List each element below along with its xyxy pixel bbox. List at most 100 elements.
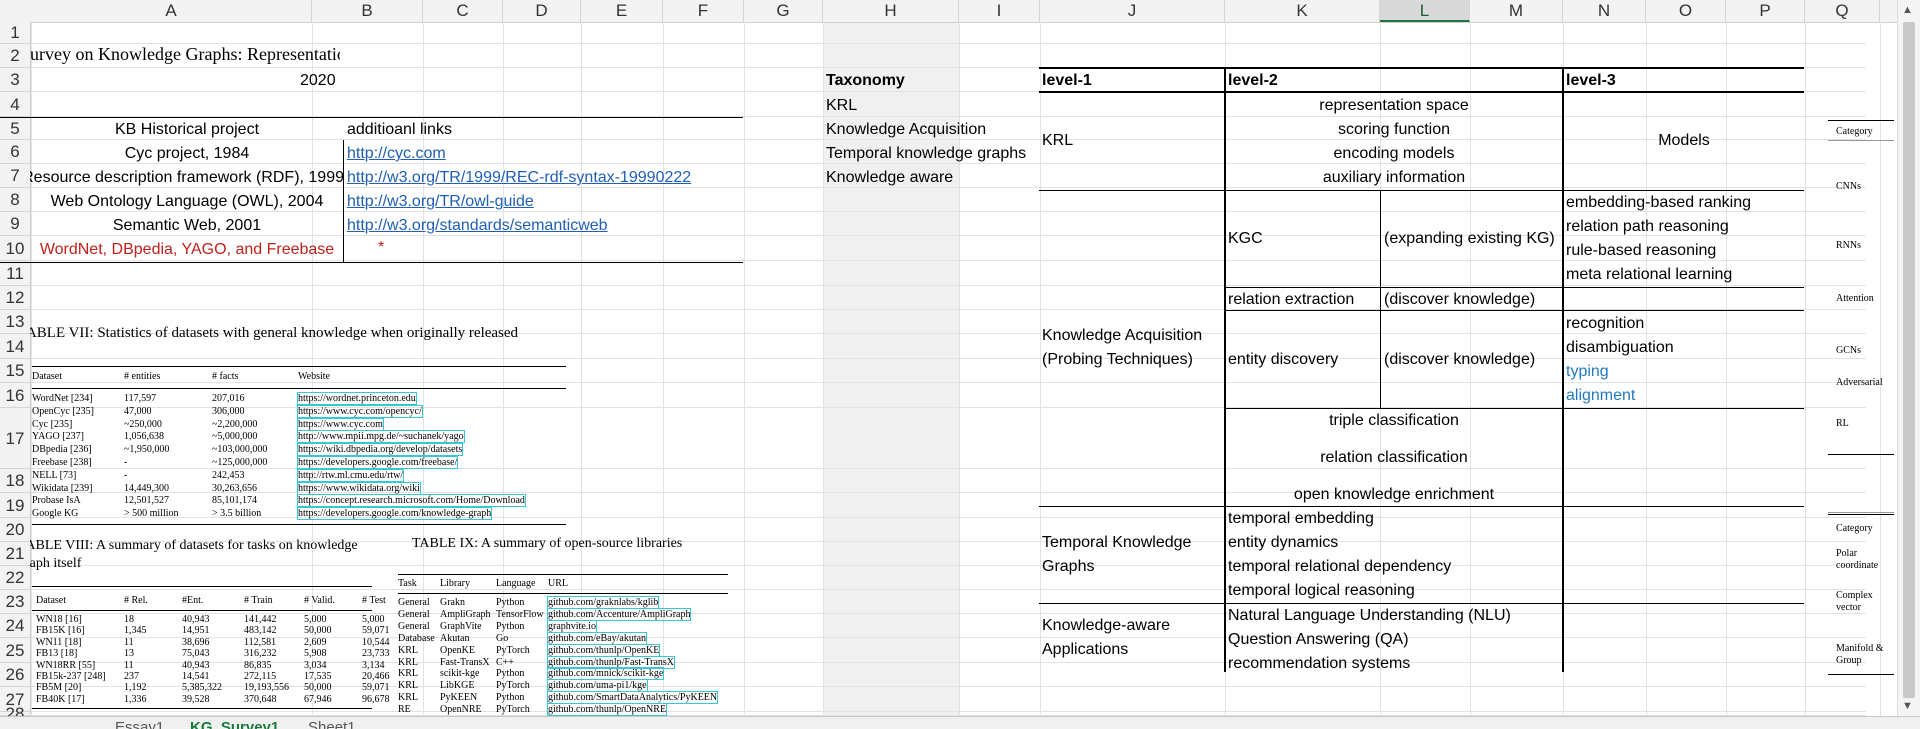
row-header-23[interactable]: 23: [0, 590, 30, 614]
row-header-9[interactable]: 9: [0, 212, 30, 236]
column-header-b[interactable]: B: [312, 0, 423, 22]
taxonomy-title[interactable]: Taxonomy: [826, 72, 905, 90]
kb-project-name[interactable]: Semantic Web, 2001: [30, 217, 344, 235]
column-header-k[interactable]: K: [1225, 0, 1380, 22]
row-header-4[interactable]: 4: [0, 92, 30, 117]
row-header-24[interactable]: 24: [0, 614, 30, 638]
row-header-5[interactable]: 5: [0, 117, 30, 140]
kb-project-name[interactable]: Resource description framework (RDF), 19…: [30, 169, 344, 187]
ed-note[interactable]: (discover knowledge): [1384, 351, 1535, 369]
tkg-item[interactable]: temporal relational dependency: [1228, 558, 1451, 576]
kb-link[interactable]: http://w3.org/standards/semanticweb: [347, 217, 608, 235]
ed-label[interactable]: entity discovery: [1228, 351, 1338, 369]
kaa-item[interactable]: recommendation systems: [1228, 655, 1410, 673]
row-header-13[interactable]: 13: [0, 310, 30, 334]
kgc-level3-item[interactable]: meta relational learning: [1566, 266, 1732, 284]
taxonomy-item[interactable]: Knowledge Acquisition: [826, 121, 986, 139]
kgc-note[interactable]: (expanding existing KG): [1384, 230, 1555, 248]
column-header-c[interactable]: C: [423, 0, 503, 22]
level1-header[interactable]: level-1: [1042, 72, 1092, 90]
row-header-12[interactable]: 12: [0, 286, 30, 310]
row-header-20[interactable]: 20: [0, 518, 30, 542]
row-header-10[interactable]: 10: [0, 236, 30, 261]
taxonomy-item[interactable]: KRL: [826, 97, 857, 115]
ed-level3-item[interactable]: disambiguation: [1566, 339, 1674, 357]
column-header-i[interactable]: I: [959, 0, 1040, 22]
kb-link[interactable]: http://cyc.com: [347, 145, 446, 163]
krl-level2-item[interactable]: representation space: [1226, 97, 1562, 115]
kaa-label-1[interactable]: Knowledge-aware: [1042, 617, 1170, 635]
kb-link[interactable]: http://w3.org/TR/owl-guide: [347, 193, 534, 211]
ka-other-item[interactable]: relation classification: [1226, 449, 1562, 467]
row-header-6[interactable]: 6: [0, 140, 30, 164]
ed-level3-item[interactable]: recognition: [1566, 315, 1644, 333]
re-label[interactable]: relation extraction: [1228, 291, 1354, 309]
row-header-19[interactable]: 19: [0, 493, 30, 518]
column-header-e[interactable]: E: [581, 0, 663, 22]
row-header-8[interactable]: 8: [0, 188, 30, 212]
row-header-1[interactable]: 1: [0, 22, 30, 44]
kb-header-left[interactable]: KB Historical project: [30, 121, 344, 139]
tkg-label-1[interactable]: Temporal Knowledge: [1042, 534, 1191, 552]
kb-project-name[interactable]: Web Ontology Language (OWL), 2004: [30, 193, 344, 211]
row-header-14[interactable]: 14: [0, 334, 30, 359]
ed-level3-item[interactable]: typing: [1566, 363, 1609, 381]
kb-project-name[interactable]: WordNet, DBpedia, YAGO, and Freebase: [30, 241, 344, 259]
scroll-thumb[interactable]: [1903, 22, 1915, 698]
scroll-down-icon[interactable]: ▼: [1902, 700, 1913, 712]
row-header-2[interactable]: 2: [0, 44, 30, 68]
column-header-g[interactable]: G: [744, 0, 823, 22]
column-header-f[interactable]: F: [663, 0, 744, 22]
krl-level2-item[interactable]: encoding models: [1226, 145, 1562, 163]
row-header-18[interactable]: 18: [0, 469, 30, 493]
level2-header[interactable]: level-2: [1228, 72, 1278, 90]
krl-models[interactable]: Models: [1564, 132, 1804, 150]
row-header-22[interactable]: 22: [0, 566, 30, 590]
ka-other-item[interactable]: triple classification: [1226, 412, 1562, 430]
kgc-level3-item[interactable]: rule-based reasoning: [1566, 242, 1716, 260]
kgc-level3-item[interactable]: embedding-based ranking: [1566, 194, 1751, 212]
column-header-d[interactable]: D: [503, 0, 581, 22]
kaa-item[interactable]: Natural Language Understanding (NLU): [1228, 607, 1511, 625]
krl-label[interactable]: KRL: [1042, 132, 1073, 150]
row-header-11[interactable]: 11: [0, 261, 30, 286]
row-header-21[interactable]: 21: [0, 542, 30, 566]
level3-header[interactable]: level-3: [1566, 72, 1616, 90]
tkg-item[interactable]: temporal logical reasoning: [1228, 582, 1415, 600]
taxonomy-item[interactable]: Temporal knowledge graphs: [826, 145, 1026, 163]
kgc-level3-item[interactable]: relation path reasoning: [1566, 218, 1729, 236]
tkg-item[interactable]: temporal embedding: [1228, 510, 1374, 528]
column-header-q[interactable]: Q: [1805, 0, 1880, 22]
tkg-label-2[interactable]: Graphs: [1042, 558, 1094, 576]
kaa-item[interactable]: Question Answering (QA): [1228, 631, 1409, 649]
row-header-15[interactable]: 15: [0, 359, 30, 383]
column-header-m[interactable]: M: [1470, 0, 1563, 22]
row-header-26[interactable]: 26: [0, 663, 30, 687]
title-cell[interactable]: Survey on Knowledge Graphs: Representati…: [30, 44, 340, 65]
row-header-7[interactable]: 7: [0, 164, 30, 188]
ed-level3-item[interactable]: alignment: [1566, 387, 1635, 405]
re-note[interactable]: (discover knowledge): [1384, 291, 1535, 309]
krl-level2-item[interactable]: auxiliary information: [1226, 169, 1562, 187]
kb-link[interactable]: http://w3.org/TR/1999/REC-rdf-syntax-199…: [347, 169, 691, 187]
ka-label-1[interactable]: Knowledge Acquisition: [1042, 327, 1202, 345]
column-header-n[interactable]: N: [1563, 0, 1646, 22]
column-header-h[interactable]: H: [823, 0, 959, 22]
column-header-p[interactable]: P: [1726, 0, 1805, 22]
krl-level2-item[interactable]: scoring function: [1226, 121, 1562, 139]
taxonomy-item[interactable]: Knowledge aware: [826, 169, 953, 187]
kaa-label-2[interactable]: Applications: [1042, 641, 1128, 659]
column-header-l[interactable]: L: [1380, 0, 1470, 22]
tkg-item[interactable]: entity dynamics: [1228, 534, 1338, 552]
ka-label-2[interactable]: (Probing Techniques): [1042, 351, 1193, 369]
column-header-o[interactable]: O: [1646, 0, 1726, 22]
row-header-17[interactable]: 17: [0, 408, 30, 469]
kb-header-right[interactable]: additioanl links: [347, 121, 452, 139]
row-header-25[interactable]: 25: [0, 638, 30, 663]
row-header-16[interactable]: 16: [0, 383, 30, 408]
year-cell[interactable]: 2020: [300, 72, 336, 90]
ka-other-item[interactable]: open knowledge enrichment: [1226, 486, 1562, 504]
scroll-up-icon[interactable]: ▲: [1902, 4, 1913, 16]
kb-project-name[interactable]: Cyc project, 1984: [30, 145, 344, 163]
column-header-a[interactable]: A: [31, 0, 312, 22]
